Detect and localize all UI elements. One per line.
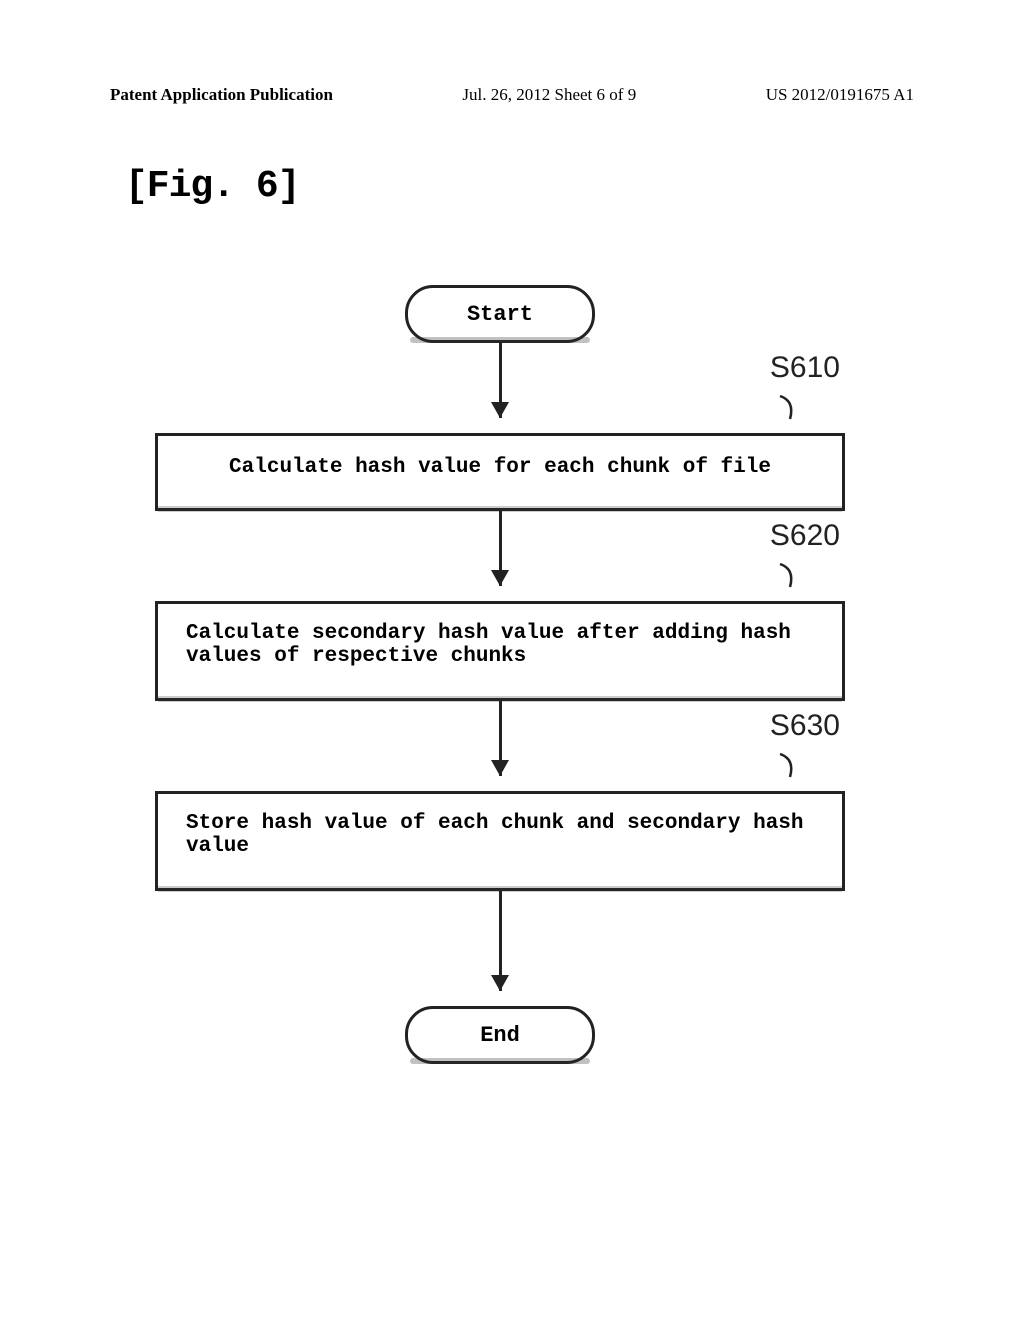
reference-curve-icon	[775, 559, 805, 589]
start-text: Start	[467, 302, 533, 327]
step-label-s630: S630	[770, 709, 840, 743]
process-step-2: Calculate secondary hash value after add…	[155, 601, 845, 701]
step-label-s610: S610	[770, 351, 840, 385]
arrow-2: S620	[140, 511, 860, 601]
process-step-3: Store hash value of each chunk and secon…	[155, 791, 845, 891]
process-step-1: Calculate hash value for each chunk of f…	[155, 433, 845, 511]
process-text-1: Calculate hash value for each chunk of f…	[229, 456, 771, 479]
arrow-1: S610	[140, 343, 860, 433]
arrow-4	[140, 891, 860, 1006]
pub-type: Patent Application Publication	[110, 85, 333, 105]
step-label-s620: S620	[770, 519, 840, 553]
flowchart-container: Start S610 Calculate hash value for each…	[140, 285, 860, 1064]
date-sheet: Jul. 26, 2012 Sheet 6 of 9	[462, 85, 636, 105]
process-text-3: Store hash value of each chunk and secon…	[186, 812, 814, 858]
process-text-2: Calculate secondary hash value after add…	[186, 622, 814, 668]
reference-curve-icon	[775, 391, 805, 421]
reference-curve-icon	[775, 749, 805, 779]
end-text: End	[480, 1023, 520, 1048]
pub-number: US 2012/0191675 A1	[766, 85, 914, 105]
document-header: Patent Application Publication Jul. 26, …	[0, 85, 1024, 105]
end-terminal: End	[405, 1006, 595, 1064]
figure-label: [Fig. 6]	[125, 165, 299, 208]
start-terminal: Start	[405, 285, 595, 343]
arrow-3: S630	[140, 701, 860, 791]
